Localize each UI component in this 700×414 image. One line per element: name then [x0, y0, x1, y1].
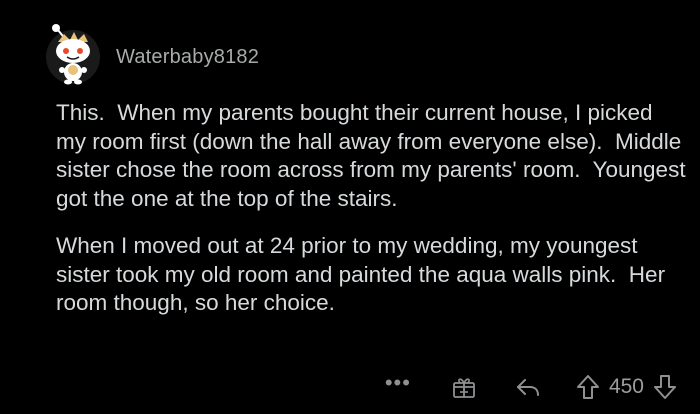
- award-gift-icon: [453, 378, 475, 398]
- comment-actions: ••• 450: [385, 370, 678, 404]
- award-button[interactable]: [451, 374, 477, 400]
- username[interactable]: Waterbaby8182: [116, 46, 259, 69]
- snoo-avatar-icon: [52, 24, 90, 85]
- upvote-button[interactable]: [575, 373, 601, 401]
- comment-header: Waterbaby8182: [46, 22, 259, 92]
- reply-button[interactable]: [515, 374, 541, 400]
- reply-arrow-icon: [516, 379, 539, 396]
- user-avatar[interactable]: [46, 24, 100, 85]
- comment-paragraph: When I moved out at 24 prior to my weddi…: [56, 233, 672, 315]
- upvote-arrow-icon: [576, 375, 599, 399]
- more-options-icon: •••: [384, 370, 411, 395]
- more-options-button[interactable]: •••: [384, 370, 411, 395]
- downvote-button[interactable]: [652, 373, 678, 401]
- comment-paragraph: This. When my parents bought their curre…: [56, 100, 692, 211]
- downvote-arrow-icon: [654, 375, 676, 399]
- comment-card: Waterbaby8182 This. When my parents boug…: [0, 0, 700, 414]
- comment-body: This. When my parents bought their curre…: [56, 99, 686, 318]
- vote-score: 450: [608, 375, 644, 398]
